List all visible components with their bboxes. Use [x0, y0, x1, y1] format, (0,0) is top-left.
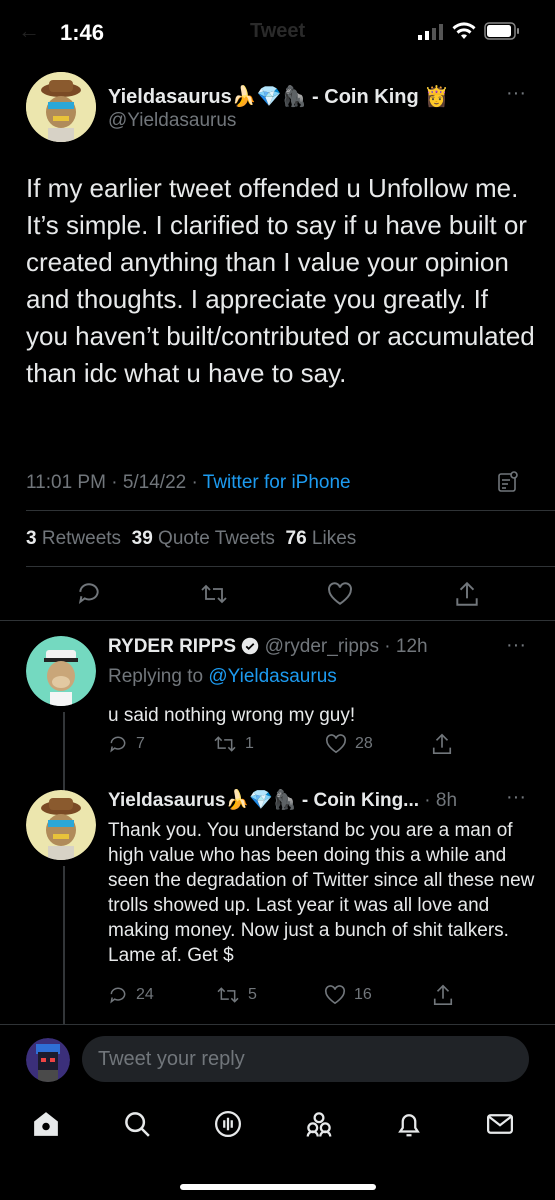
reply-header: RYDER RIPPS @ryder_ripps · 12h — [108, 636, 428, 657]
status-time: 1:46 — [60, 20, 105, 45]
like-count: 16 — [354, 986, 372, 1003]
like-icon[interactable] — [327, 582, 353, 611]
messages-icon[interactable] — [480, 1104, 520, 1144]
tweet-time: 11:01 PM — [26, 472, 106, 493]
reply-input-placeholder: Tweet your reply — [98, 1047, 245, 1070]
retweets-count[interactable]: 3 — [26, 528, 37, 549]
search-icon[interactable] — [117, 1104, 157, 1144]
analytics-icon[interactable] — [496, 470, 520, 499]
reply-retweet-action[interactable]: 1 — [213, 734, 254, 754]
spaces-icon[interactable] — [208, 1104, 248, 1144]
share-icon[interactable] — [431, 732, 453, 761]
author-name-line[interactable]: Yieldasaurus🍌💎🦍 - Coin King 👸 — [108, 84, 449, 109]
retweet-count: 5 — [248, 986, 257, 1003]
reply-author-name[interactable]: RYDER RIPPS — [108, 636, 236, 657]
header-title: Tweet — [250, 20, 306, 42]
replying-to-line: Replying to @Yieldasaurus — [108, 666, 337, 688]
reply-handle[interactable]: @ryder_ripps — [265, 636, 379, 657]
retweets-label[interactable]: Retweets — [42, 528, 121, 549]
reply-avatar[interactable] — [26, 636, 96, 706]
tweet-stats: 3 Retweets 39 Quote Tweets 76 Likes — [26, 528, 356, 550]
retweet-icon — [214, 736, 236, 752]
home-indicator[interactable] — [180, 1184, 376, 1190]
back-arrow-icon[interactable]: ← — [18, 18, 40, 44]
reply-avatar[interactable] — [26, 790, 96, 860]
share-icon[interactable] — [454, 580, 480, 613]
reply-icon — [110, 987, 126, 1004]
tweet-meta: 11:01 PM · 5/14/22 · Twitter for iPhone — [26, 472, 351, 493]
divider — [26, 566, 555, 567]
more-icon[interactable]: ··· — [506, 82, 526, 105]
reply-like-action[interactable]: 16 — [324, 985, 372, 1005]
divider — [0, 620, 555, 621]
queen-emoji: 👸 — [424, 86, 450, 108]
current-user-avatar[interactable] — [26, 1038, 70, 1082]
replying-to-handle[interactable]: @Yieldasaurus — [208, 666, 336, 687]
home-icon[interactable] — [26, 1104, 66, 1144]
author-handle[interactable]: @Yieldasaurus — [108, 110, 236, 132]
reply-text: Thank you. You understand bc you are a m… — [108, 820, 535, 966]
reply-count: 24 — [136, 986, 154, 1003]
reply-icon[interactable] — [76, 580, 102, 611]
divider — [26, 510, 555, 511]
reply-text: u said nothing wrong my guy! — [108, 705, 356, 726]
retweet-count: 1 — [245, 735, 254, 752]
divider — [0, 1024, 555, 1025]
reply-retweet-action[interactable]: 5 — [216, 985, 257, 1005]
retweet-icon — [217, 987, 239, 1003]
reply-author-name[interactable]: Yieldasaurus — [108, 790, 226, 811]
replying-label: Replying to — [108, 666, 204, 687]
thread-line — [63, 712, 65, 792]
gorilla-emoji: 🦍 — [272, 790, 297, 811]
reply-count: 7 — [136, 735, 145, 752]
verified-icon — [241, 636, 259, 657]
notifications-icon[interactable] — [389, 1104, 429, 1144]
banana-emoji: 🍌 — [225, 790, 250, 811]
battery-icon — [484, 22, 520, 45]
quotes-count[interactable]: 39 — [132, 528, 153, 549]
banana-emoji: 🍌 — [231, 86, 257, 108]
likes-label[interactable]: Likes — [312, 528, 356, 549]
thread-line — [63, 866, 65, 1024]
tweet-date: 5/14/22 — [122, 472, 187, 493]
tweet-source[interactable]: Twitter for iPhone — [203, 472, 351, 493]
author-avatar[interactable] — [26, 72, 96, 142]
reply-age[interactable]: 12h — [396, 636, 428, 657]
author-name-suffix: - Coin King — [312, 86, 419, 108]
like-count: 28 — [355, 735, 373, 752]
share-icon[interactable] — [432, 983, 454, 1012]
more-icon[interactable]: ··· — [506, 634, 526, 657]
quotes-label[interactable]: Quote Tweets — [158, 528, 275, 549]
wifi-icon — [452, 22, 476, 45]
reply-reply-action[interactable]: 24 — [108, 985, 154, 1005]
more-icon[interactable]: ··· — [506, 786, 526, 809]
reply-icon — [110, 736, 126, 753]
tweet-text: If my earlier tweet offended u Unfollow … — [26, 173, 535, 388]
diamond-emoji: 💎 — [249, 790, 273, 811]
gorilla-emoji: 🦍 — [281, 86, 307, 108]
like-icon — [325, 734, 347, 754]
communities-icon[interactable] — [299, 1104, 339, 1144]
reply-header: Yieldasaurus🍌💎🦍 - Coin King... · 8h — [108, 790, 458, 811]
retweet-icon[interactable] — [200, 582, 228, 611]
reply-like-action[interactable]: 28 — [325, 734, 373, 754]
signal-icon — [418, 24, 444, 45]
like-icon — [324, 985, 346, 1005]
diamond-emoji: 💎 — [256, 86, 282, 108]
author-name[interactable]: Yieldasaurus — [108, 86, 232, 108]
reply-input[interactable]: Tweet your reply — [82, 1036, 529, 1082]
reply-age[interactable]: 8h — [436, 790, 457, 811]
likes-count[interactable]: 76 — [286, 528, 307, 549]
reply-author-suffix: - Coin King... — [301, 790, 420, 811]
reply-reply-action[interactable]: 7 — [108, 734, 145, 754]
